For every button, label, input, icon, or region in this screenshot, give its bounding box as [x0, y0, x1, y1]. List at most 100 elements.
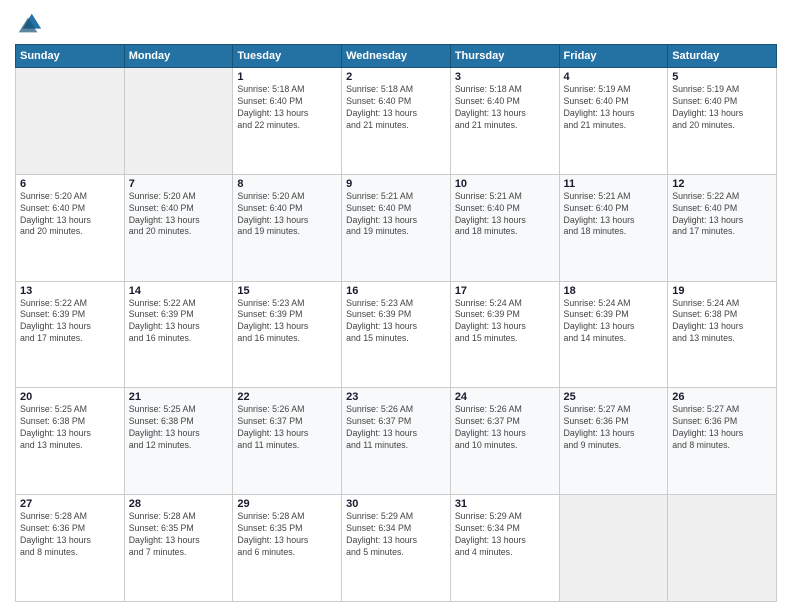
day-info: Sunrise: 5:20 AM Sunset: 6:40 PM Dayligh…	[237, 191, 337, 239]
day-info: Sunrise: 5:21 AM Sunset: 6:40 PM Dayligh…	[455, 191, 555, 239]
day-number: 2	[346, 71, 446, 83]
day-number: 30	[346, 498, 446, 510]
day-number: 24	[455, 391, 555, 403]
day-cell: 19Sunrise: 5:24 AM Sunset: 6:38 PM Dayli…	[668, 281, 777, 388]
day-info: Sunrise: 5:29 AM Sunset: 6:34 PM Dayligh…	[455, 511, 555, 559]
day-header-saturday: Saturday	[668, 45, 777, 68]
day-number: 6	[20, 178, 120, 190]
day-header-sunday: Sunday	[16, 45, 125, 68]
day-cell: 31Sunrise: 5:29 AM Sunset: 6:34 PM Dayli…	[450, 495, 559, 602]
day-cell: 23Sunrise: 5:26 AM Sunset: 6:37 PM Dayli…	[342, 388, 451, 495]
header-row: SundayMondayTuesdayWednesdayThursdayFrid…	[16, 45, 777, 68]
day-info: Sunrise: 5:27 AM Sunset: 6:36 PM Dayligh…	[672, 404, 772, 452]
day-number: 8	[237, 178, 337, 190]
day-number: 27	[20, 498, 120, 510]
day-cell: 13Sunrise: 5:22 AM Sunset: 6:39 PM Dayli…	[16, 281, 125, 388]
day-number: 19	[672, 285, 772, 297]
logo-icon	[15, 10, 43, 38]
logo	[15, 10, 47, 38]
day-cell: 15Sunrise: 5:23 AM Sunset: 6:39 PM Dayli…	[233, 281, 342, 388]
day-info: Sunrise: 5:28 AM Sunset: 6:35 PM Dayligh…	[129, 511, 229, 559]
day-cell: 17Sunrise: 5:24 AM Sunset: 6:39 PM Dayli…	[450, 281, 559, 388]
day-cell: 4Sunrise: 5:19 AM Sunset: 6:40 PM Daylig…	[559, 68, 668, 175]
day-info: Sunrise: 5:25 AM Sunset: 6:38 PM Dayligh…	[20, 404, 120, 452]
day-number: 9	[346, 178, 446, 190]
day-cell: 14Sunrise: 5:22 AM Sunset: 6:39 PM Dayli…	[124, 281, 233, 388]
day-number: 4	[564, 71, 664, 83]
day-cell	[559, 495, 668, 602]
day-number: 20	[20, 391, 120, 403]
day-info: Sunrise: 5:18 AM Sunset: 6:40 PM Dayligh…	[237, 84, 337, 132]
day-number: 23	[346, 391, 446, 403]
day-info: Sunrise: 5:23 AM Sunset: 6:39 PM Dayligh…	[237, 298, 337, 346]
day-header-friday: Friday	[559, 45, 668, 68]
day-number: 21	[129, 391, 229, 403]
day-info: Sunrise: 5:19 AM Sunset: 6:40 PM Dayligh…	[564, 84, 664, 132]
day-cell: 10Sunrise: 5:21 AM Sunset: 6:40 PM Dayli…	[450, 174, 559, 281]
day-number: 15	[237, 285, 337, 297]
day-info: Sunrise: 5:28 AM Sunset: 6:36 PM Dayligh…	[20, 511, 120, 559]
week-row-4: 20Sunrise: 5:25 AM Sunset: 6:38 PM Dayli…	[16, 388, 777, 495]
day-info: Sunrise: 5:18 AM Sunset: 6:40 PM Dayligh…	[455, 84, 555, 132]
week-row-2: 6Sunrise: 5:20 AM Sunset: 6:40 PM Daylig…	[16, 174, 777, 281]
day-info: Sunrise: 5:29 AM Sunset: 6:34 PM Dayligh…	[346, 511, 446, 559]
day-cell: 29Sunrise: 5:28 AM Sunset: 6:35 PM Dayli…	[233, 495, 342, 602]
day-number: 18	[564, 285, 664, 297]
day-number: 7	[129, 178, 229, 190]
day-number: 17	[455, 285, 555, 297]
day-info: Sunrise: 5:26 AM Sunset: 6:37 PM Dayligh…	[346, 404, 446, 452]
day-info: Sunrise: 5:19 AM Sunset: 6:40 PM Dayligh…	[672, 84, 772, 132]
day-cell: 3Sunrise: 5:18 AM Sunset: 6:40 PM Daylig…	[450, 68, 559, 175]
day-info: Sunrise: 5:20 AM Sunset: 6:40 PM Dayligh…	[20, 191, 120, 239]
day-number: 26	[672, 391, 772, 403]
day-cell: 7Sunrise: 5:20 AM Sunset: 6:40 PM Daylig…	[124, 174, 233, 281]
day-number: 3	[455, 71, 555, 83]
day-info: Sunrise: 5:22 AM Sunset: 6:39 PM Dayligh…	[20, 298, 120, 346]
day-cell	[668, 495, 777, 602]
day-cell	[124, 68, 233, 175]
week-row-3: 13Sunrise: 5:22 AM Sunset: 6:39 PM Dayli…	[16, 281, 777, 388]
day-number: 16	[346, 285, 446, 297]
day-header-wednesday: Wednesday	[342, 45, 451, 68]
day-info: Sunrise: 5:21 AM Sunset: 6:40 PM Dayligh…	[564, 191, 664, 239]
day-cell	[16, 68, 125, 175]
day-number: 5	[672, 71, 772, 83]
day-cell: 5Sunrise: 5:19 AM Sunset: 6:40 PM Daylig…	[668, 68, 777, 175]
day-cell: 8Sunrise: 5:20 AM Sunset: 6:40 PM Daylig…	[233, 174, 342, 281]
day-number: 14	[129, 285, 229, 297]
day-header-monday: Monday	[124, 45, 233, 68]
day-info: Sunrise: 5:24 AM Sunset: 6:39 PM Dayligh…	[564, 298, 664, 346]
calendar-table: SundayMondayTuesdayWednesdayThursdayFrid…	[15, 44, 777, 602]
day-cell: 26Sunrise: 5:27 AM Sunset: 6:36 PM Dayli…	[668, 388, 777, 495]
day-info: Sunrise: 5:18 AM Sunset: 6:40 PM Dayligh…	[346, 84, 446, 132]
day-info: Sunrise: 5:25 AM Sunset: 6:38 PM Dayligh…	[129, 404, 229, 452]
day-cell: 6Sunrise: 5:20 AM Sunset: 6:40 PM Daylig…	[16, 174, 125, 281]
week-row-5: 27Sunrise: 5:28 AM Sunset: 6:36 PM Dayli…	[16, 495, 777, 602]
day-cell: 1Sunrise: 5:18 AM Sunset: 6:40 PM Daylig…	[233, 68, 342, 175]
day-number: 22	[237, 391, 337, 403]
day-number: 29	[237, 498, 337, 510]
day-cell: 11Sunrise: 5:21 AM Sunset: 6:40 PM Dayli…	[559, 174, 668, 281]
day-number: 12	[672, 178, 772, 190]
day-info: Sunrise: 5:27 AM Sunset: 6:36 PM Dayligh…	[564, 404, 664, 452]
week-row-1: 1Sunrise: 5:18 AM Sunset: 6:40 PM Daylig…	[16, 68, 777, 175]
page: SundayMondayTuesdayWednesdayThursdayFrid…	[0, 0, 792, 612]
day-info: Sunrise: 5:24 AM Sunset: 6:38 PM Dayligh…	[672, 298, 772, 346]
day-info: Sunrise: 5:21 AM Sunset: 6:40 PM Dayligh…	[346, 191, 446, 239]
day-cell: 21Sunrise: 5:25 AM Sunset: 6:38 PM Dayli…	[124, 388, 233, 495]
day-info: Sunrise: 5:26 AM Sunset: 6:37 PM Dayligh…	[455, 404, 555, 452]
day-number: 28	[129, 498, 229, 510]
day-cell: 22Sunrise: 5:26 AM Sunset: 6:37 PM Dayli…	[233, 388, 342, 495]
day-number: 10	[455, 178, 555, 190]
day-cell: 16Sunrise: 5:23 AM Sunset: 6:39 PM Dayli…	[342, 281, 451, 388]
day-cell: 18Sunrise: 5:24 AM Sunset: 6:39 PM Dayli…	[559, 281, 668, 388]
day-header-tuesday: Tuesday	[233, 45, 342, 68]
day-cell: 27Sunrise: 5:28 AM Sunset: 6:36 PM Dayli…	[16, 495, 125, 602]
day-number: 13	[20, 285, 120, 297]
day-header-thursday: Thursday	[450, 45, 559, 68]
day-cell: 25Sunrise: 5:27 AM Sunset: 6:36 PM Dayli…	[559, 388, 668, 495]
day-info: Sunrise: 5:24 AM Sunset: 6:39 PM Dayligh…	[455, 298, 555, 346]
day-cell: 2Sunrise: 5:18 AM Sunset: 6:40 PM Daylig…	[342, 68, 451, 175]
day-cell: 12Sunrise: 5:22 AM Sunset: 6:40 PM Dayli…	[668, 174, 777, 281]
day-number: 11	[564, 178, 664, 190]
